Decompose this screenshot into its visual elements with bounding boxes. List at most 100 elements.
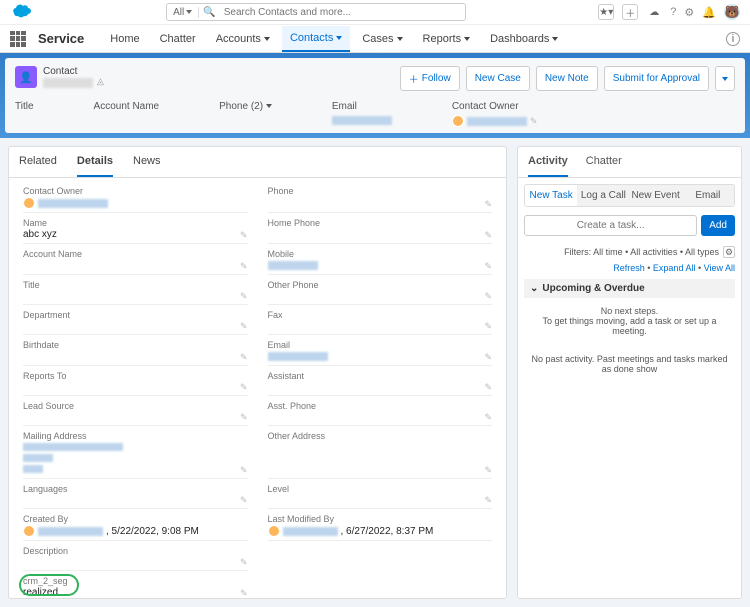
- submit-approval-button[interactable]: Submit for Approval: [604, 66, 709, 91]
- f-fax-label: Fax: [268, 310, 493, 320]
- subtab-email[interactable]: Email: [682, 185, 734, 206]
- edit-icon[interactable]: ✎: [240, 557, 248, 568]
- f-reports-to-label: Reports To: [23, 371, 248, 381]
- nav-cases[interactable]: Cases: [354, 27, 410, 51]
- f-crm2-label: crm_2_seg: [23, 576, 248, 586]
- compact-account-label: Account Name: [94, 101, 160, 112]
- f-other-address-label: Other Address: [268, 431, 493, 441]
- tab-activity[interactable]: Activity: [528, 147, 568, 177]
- edit-icon[interactable]: ✎: [240, 382, 248, 393]
- f-name-label: Name: [23, 218, 248, 228]
- edit-icon[interactable]: ✎: [484, 199, 492, 210]
- nav-home[interactable]: Home: [102, 27, 147, 51]
- create-task-input[interactable]: [524, 215, 697, 236]
- f-birthdate-label: Birthdate: [23, 340, 248, 350]
- f-created-by-label: Created By: [23, 514, 248, 524]
- filter-settings-icon[interactable]: ⚙: [723, 246, 735, 258]
- f-mailing-address-label: Mailing Address: [23, 431, 248, 441]
- f-account-name-label: Account Name: [23, 249, 248, 259]
- salesforce-logo-icon: [10, 4, 34, 20]
- tab-related[interactable]: Related: [19, 147, 57, 177]
- f-languages-label: Languages: [23, 484, 248, 494]
- f-crm2-value: realized: [23, 587, 248, 598]
- expand-all-link[interactable]: Expand All: [653, 263, 696, 273]
- f-mobile-label: Mobile: [268, 249, 493, 259]
- f-lead-source-label: Lead Source: [23, 401, 248, 411]
- nav-chatter[interactable]: Chatter: [152, 27, 204, 51]
- edit-icon[interactable]: ✎: [240, 588, 248, 598]
- avatar[interactable]: 🐻: [724, 4, 740, 20]
- setup-gear-icon[interactable]: ⚙: [684, 6, 694, 19]
- tab-details[interactable]: Details: [77, 147, 113, 177]
- edit-icon[interactable]: ✎: [484, 412, 492, 423]
- past-activity-text: No past activity. Past meetings and task…: [524, 344, 735, 384]
- change-owner-icon[interactable]: ✎: [530, 116, 538, 127]
- search-icon: 🔍: [199, 7, 219, 18]
- edit-icon[interactable]: ✎: [484, 495, 492, 506]
- nav-dashboards[interactable]: Dashboards: [482, 27, 566, 51]
- chevron-down-icon: ⌄: [530, 283, 538, 294]
- edit-icon[interactable]: ✎: [484, 291, 492, 302]
- new-case-button[interactable]: New Case: [466, 66, 530, 91]
- tab-news[interactable]: News: [133, 147, 161, 177]
- nav-accounts[interactable]: Accounts: [208, 27, 278, 51]
- hierarchy-icon[interactable]: ◬: [97, 76, 104, 87]
- compact-phone-label[interactable]: Phone (2): [219, 101, 272, 112]
- subtab-new-event[interactable]: New Event: [630, 185, 682, 206]
- tab-chatter[interactable]: Chatter: [586, 147, 622, 177]
- no-steps-line1: No next steps.: [528, 306, 731, 316]
- trailhead-icon[interactable]: ☁: [646, 4, 662, 20]
- add-button[interactable]: Add: [701, 215, 735, 236]
- subtab-log-call[interactable]: Log a Call: [577, 185, 629, 206]
- edit-icon[interactable]: ✎: [484, 352, 492, 363]
- new-note-button[interactable]: New Note: [536, 66, 598, 91]
- edit-icon[interactable]: ✎: [484, 230, 492, 241]
- owner-avatar-icon: [452, 115, 464, 127]
- edit-icon[interactable]: ✎: [240, 321, 248, 332]
- filters-text: Filters: All time • All activities • All…: [564, 247, 719, 257]
- f-name-value: abc xyz: [23, 229, 248, 240]
- view-all-link[interactable]: View All: [704, 263, 735, 273]
- edit-icon[interactable]: ✎: [484, 261, 492, 272]
- search-scope-select[interactable]: All: [167, 7, 199, 18]
- f-home-phone-label: Home Phone: [268, 218, 493, 228]
- edit-icon[interactable]: ✎: [240, 291, 248, 302]
- edit-icon[interactable]: ✎: [484, 465, 492, 476]
- f-assistant-label: Assistant: [268, 371, 493, 381]
- f-last-modified-by-label: Last Modified By: [268, 514, 493, 524]
- app-launcher-icon[interactable]: [10, 31, 26, 47]
- edit-icon[interactable]: ✎: [240, 465, 248, 476]
- f-asst-phone-label: Asst. Phone: [268, 401, 493, 411]
- f-department-label: Department: [23, 310, 248, 320]
- f-phone-label: Phone: [268, 186, 493, 196]
- edit-icon[interactable]: ✎: [240, 230, 248, 241]
- edit-icon[interactable]: ✎: [240, 412, 248, 423]
- follow-button[interactable]: ＋Follow: [400, 66, 460, 91]
- edit-icon[interactable]: ✎: [240, 352, 248, 363]
- upcoming-section[interactable]: ⌄Upcoming & Overdue: [524, 279, 735, 298]
- help-icon[interactable]: ?: [670, 6, 676, 18]
- search-input[interactable]: [220, 7, 465, 18]
- global-search[interactable]: All 🔍: [166, 3, 466, 21]
- more-actions-button[interactable]: [715, 66, 735, 91]
- f-title-label: Title: [23, 280, 248, 290]
- f-other-phone-label: Other Phone: [268, 280, 493, 290]
- info-icon[interactable]: i: [726, 32, 740, 46]
- edit-icon[interactable]: ✎: [484, 382, 492, 393]
- edit-icon[interactable]: ✎: [240, 261, 248, 272]
- compact-owner-label: Contact Owner: [452, 101, 538, 112]
- edit-icon[interactable]: ✎: [240, 495, 248, 506]
- notifications-icon[interactable]: 🔔: [702, 6, 716, 19]
- app-name: Service: [38, 31, 84, 46]
- compact-email-label: Email: [332, 101, 392, 112]
- nav-contacts[interactable]: Contacts: [282, 26, 350, 52]
- add-icon[interactable]: ＋: [622, 4, 638, 20]
- favorites-icon[interactable]: ★▾: [598, 4, 614, 20]
- subtab-new-task[interactable]: New Task: [525, 185, 577, 206]
- f-description-label: Description: [23, 546, 248, 556]
- refresh-link[interactable]: Refresh: [613, 263, 645, 273]
- compact-title-label: Title: [15, 101, 34, 112]
- edit-icon[interactable]: ✎: [484, 321, 492, 332]
- record-header: 👤 Contact ◬ ＋Follow New Case New Note Su…: [5, 58, 745, 133]
- nav-reports[interactable]: Reports: [415, 27, 479, 51]
